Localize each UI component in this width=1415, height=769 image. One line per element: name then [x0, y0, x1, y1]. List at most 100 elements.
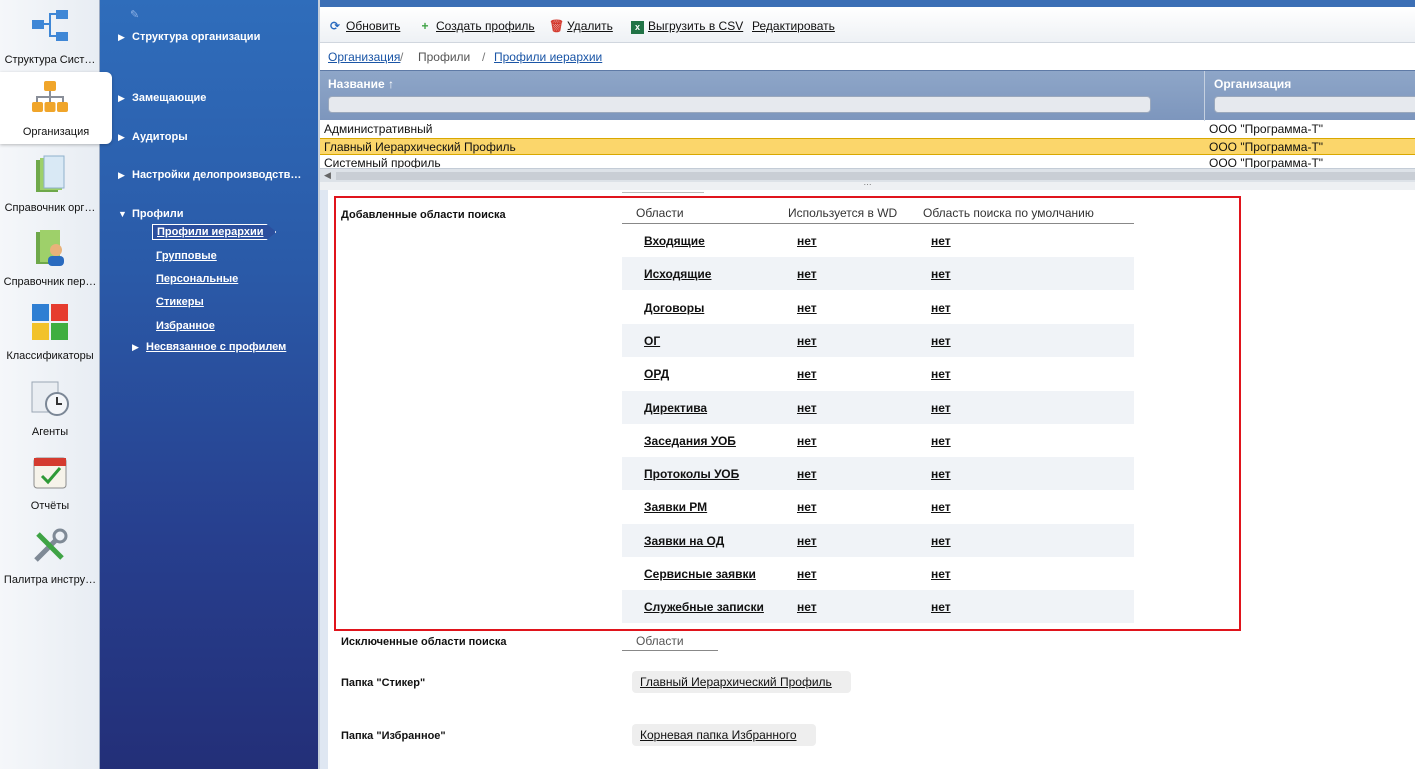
- tree-item-stickers[interactable]: Стикеры: [156, 296, 204, 308]
- refresh-button[interactable]: ⟳ Обновить: [328, 19, 400, 33]
- area-name-link[interactable]: Директива: [644, 401, 707, 415]
- scrollbar-thumb[interactable]: [336, 172, 1415, 180]
- rail-item-system-structure[interactable]: Структура Сист…: [0, 0, 100, 72]
- default-area-link[interactable]: нет: [931, 600, 951, 614]
- area-name-link[interactable]: Заседания УОБ: [644, 434, 736, 448]
- used-in-wd-link[interactable]: нет: [797, 267, 817, 281]
- rail-item-org-directory[interactable]: Справочник орг…: [0, 148, 100, 220]
- tree-node-deputies[interactable]: ▶ Замещающие: [118, 92, 206, 104]
- used-in-wd-link[interactable]: нет: [797, 367, 817, 381]
- details-left-band: [320, 190, 328, 769]
- used-in-wd-link[interactable]: нет: [797, 534, 817, 548]
- expand-arrow-icon[interactable]: ▶: [118, 132, 132, 143]
- used-in-wd-link[interactable]: нет: [797, 467, 817, 481]
- used-in-wd-link[interactable]: нет: [797, 500, 817, 514]
- scroll-left-icon[interactable]: ◀: [324, 170, 331, 181]
- create-profile-button[interactable]: + Создать профиль: [418, 19, 534, 33]
- default-area-link[interactable]: нет: [931, 234, 951, 248]
- area-row: Протоколы УОБ нет нет: [622, 457, 1134, 491]
- added-areas-label: Добавленные области поиска: [341, 209, 506, 221]
- sticker-folder-label: Папка "Стикер": [341, 677, 426, 689]
- column-header-default-area: Область поиска по умолчанию: [923, 206, 1094, 220]
- name-filter-input[interactable]: [328, 96, 1151, 113]
- default-area-link[interactable]: нет: [931, 500, 951, 514]
- area-name-link[interactable]: Служебные записки: [644, 600, 764, 614]
- area-name-link[interactable]: Исходящие: [644, 267, 711, 281]
- expand-arrow-icon[interactable]: ▶: [118, 93, 132, 104]
- used-in-wd-link[interactable]: нет: [797, 567, 817, 581]
- rail-item-agents[interactable]: Агенты: [0, 372, 100, 444]
- tree-item-hierarchy-profiles[interactable]: Профили иерархии: [152, 224, 277, 240]
- table-row[interactable]: Административный ООО "Программа-Т": [320, 121, 1415, 138]
- default-area-link[interactable]: нет: [931, 467, 951, 481]
- rail-item-people-directory[interactable]: Справочник пер…: [0, 222, 100, 294]
- breadcrumb-organization[interactable]: Организация: [328, 50, 400, 64]
- delete-button[interactable]: 🗑 Удалить: [549, 19, 613, 33]
- rail-item-classifiers[interactable]: Классификаторы: [0, 296, 100, 368]
- area-name-link[interactable]: Заявки на ОД: [644, 534, 724, 548]
- expand-arrow-icon[interactable]: ▶: [118, 170, 132, 181]
- default-area-link[interactable]: нет: [931, 267, 951, 281]
- expand-arrow-icon[interactable]: ▶: [118, 32, 132, 43]
- rail-item-label: Отчёты: [30, 500, 70, 512]
- tree-node-label: Настройки делопроизводств…: [132, 169, 302, 181]
- breadcrumb-current[interactable]: Профили иерархии: [494, 50, 602, 64]
- edit-button[interactable]: Редактировать: [752, 19, 835, 33]
- column-header-used-in-wd: Используется в WD: [788, 206, 898, 220]
- area-name-link[interactable]: ОРД: [644, 367, 669, 381]
- collapse-arrow-icon[interactable]: ▼: [118, 209, 132, 219]
- sticker-folder-link[interactable]: Главный Иерархический Профиль: [632, 671, 851, 693]
- puzzle-icon: [32, 304, 68, 340]
- default-area-link[interactable]: нет: [931, 434, 951, 448]
- organization-filter-input[interactable]: [1214, 96, 1415, 113]
- expand-arrow-icon[interactable]: ▶: [132, 342, 146, 353]
- table-row[interactable]: Системный профиль ООО "Программа-Т": [320, 155, 1415, 168]
- area-name-link[interactable]: Сервисные заявки: [644, 567, 756, 581]
- area-row: Служебные записки нет нет: [622, 590, 1134, 624]
- rail-item-organization[interactable]: Организация: [0, 72, 112, 144]
- used-in-wd-link[interactable]: нет: [797, 600, 817, 614]
- column-header-name[interactable]: Название ↑: [328, 77, 394, 91]
- export-csv-button[interactable]: x Выгрузить в CSV: [631, 19, 743, 34]
- used-in-wd-link[interactable]: нет: [797, 301, 817, 315]
- area-name-link[interactable]: Заявки РМ: [644, 500, 707, 514]
- trash-icon: 🗑: [549, 19, 565, 33]
- default-area-link[interactable]: нет: [931, 534, 951, 548]
- area-name-link[interactable]: Входящие: [644, 234, 705, 248]
- rail-item-label: Структура Сист…: [4, 54, 96, 66]
- tree-node-auditors[interactable]: ▶ Аудиторы: [118, 131, 188, 143]
- used-in-wd-link[interactable]: нет: [797, 401, 817, 415]
- column-divider[interactable]: [1204, 71, 1205, 121]
- area-name-link[interactable]: Протоколы УОБ: [644, 467, 739, 481]
- used-in-wd-link[interactable]: нет: [797, 434, 817, 448]
- tree-item-personal-profiles[interactable]: Персональные: [156, 273, 238, 285]
- breadcrumb-separator: /: [400, 50, 404, 64]
- used-in-wd-link[interactable]: нет: [797, 234, 817, 248]
- column-header-organization[interactable]: Организация: [1214, 77, 1291, 91]
- rail-item-reports[interactable]: Отчёты: [0, 446, 100, 518]
- tree-item-favorites[interactable]: Избранное: [156, 320, 215, 332]
- area-name-link[interactable]: Договоры: [644, 301, 704, 315]
- tree-node-org-structure[interactable]: ▶ Структура организации: [118, 31, 260, 43]
- tree-node-unlinked[interactable]: ▶ Несвязанное с профилем: [132, 341, 286, 353]
- area-name-link[interactable]: ОГ: [644, 334, 660, 348]
- default-area-link[interactable]: нет: [931, 567, 951, 581]
- area-row: Исходящие нет нет: [622, 257, 1134, 291]
- default-area-link[interactable]: нет: [931, 367, 951, 381]
- default-area-link[interactable]: нет: [931, 301, 951, 315]
- tree-node-profiles[interactable]: ▼ Профили: [118, 208, 183, 220]
- rail-item-tools-palette[interactable]: Палитра инстру…: [0, 520, 100, 592]
- used-in-wd-link[interactable]: нет: [797, 334, 817, 348]
- default-area-link[interactable]: нет: [931, 334, 951, 348]
- area-row: Заявки на ОД нет нет: [622, 523, 1134, 557]
- favorites-folder-link[interactable]: Корневая папка Избранного: [632, 724, 816, 746]
- tree-item-group-profiles[interactable]: Групповые: [156, 250, 217, 262]
- tree-node-records-settings[interactable]: ▶ Настройки делопроизводств…: [118, 169, 301, 181]
- tree-node-label: Несвязанное с профилем: [146, 341, 287, 353]
- table-row-selected[interactable]: Главный Иерархический Профиль ООО "Прогр…: [320, 138, 1415, 155]
- row-organization: ООО "Программа-Т": [1209, 156, 1324, 168]
- pin-icon[interactable]: ✎: [130, 8, 142, 21]
- rail-item-label: Справочник пер…: [3, 276, 97, 288]
- default-area-link[interactable]: нет: [931, 401, 951, 415]
- pane-splitter[interactable]: ···: [320, 181, 1415, 190]
